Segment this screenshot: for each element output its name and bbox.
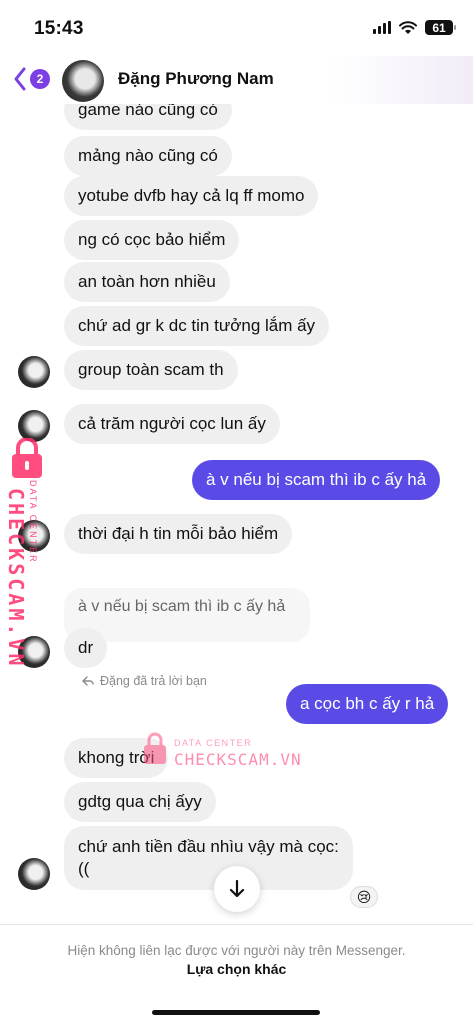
contact-name[interactable]: Đặng Phương Nam (118, 69, 274, 89)
back-button[interactable]: 2 (12, 66, 50, 92)
wifi-icon (399, 20, 417, 34)
message-bubble-incoming[interactable]: dr (64, 628, 108, 668)
composer-footer: Hiện không liên lạc được với người này t… (0, 924, 473, 1024)
message-bubble-incoming[interactable]: thời đại h tin mỗi bảo hiểm (64, 514, 293, 554)
watermark-vertical: DATA CENTER CHECKSCAM.VN (4, 438, 52, 669)
signal-icon (373, 21, 391, 34)
unread-count-badge: 2 (30, 69, 50, 89)
message-bubble-incoming[interactable]: ng có cọc bảo hiểm (64, 220, 240, 260)
message-bubble-incoming[interactable]: chứ anh tiền đầu nhìu vậy mà cọc: (( (64, 826, 353, 890)
message-bubble-incoming[interactable]: yotube dvfb hay cả lq ff momo (64, 176, 319, 216)
message-line: chứ anh tiền đầu nhìu vậy mà cọc: (78, 837, 339, 856)
message-bubble-incoming[interactable]: group toàn scam th (64, 350, 238, 390)
message-line: (( (78, 859, 90, 878)
conversation-header: 2 Đặng Phương Nam (0, 56, 473, 104)
message-bubble-incoming[interactable]: gdtg qua chị ấyy (64, 782, 216, 822)
message-bubble-incoming[interactable]: chứ ad gr k dc tin tưởng lắm ấy (64, 306, 330, 346)
message-bubble-outgoing[interactable]: à v nếu bị scam thì ib c ấy hả (192, 460, 441, 500)
message-bubble-incoming[interactable]: mảng nào cũng có (64, 136, 232, 176)
reply-indicator: Đặng đã trả lời bạn (82, 674, 207, 688)
home-indicator[interactable] (152, 1010, 320, 1015)
message-bubble-outgoing[interactable]: a cọc bh c ấy r hả (286, 684, 449, 724)
reply-arrow-icon (82, 676, 94, 686)
lock-icon (12, 438, 42, 478)
status-bar: 15:43 61 (0, 0, 473, 56)
other-options-button[interactable]: Lựa chọn khác (0, 961, 473, 977)
message-bubble-incoming[interactable]: cả trăm người cọc lun ấy (64, 404, 280, 444)
contact-avatar[interactable] (62, 60, 104, 102)
reaction-badge[interactable]: 😢 (350, 886, 378, 908)
watermark-center: DATA CENTER CHECKSCAM.VN (140, 732, 302, 772)
messenger-screen: 15:43 61 2 Đặng Phương Nam game nào cũng… (0, 0, 473, 1024)
sender-avatar (18, 858, 50, 890)
watermark-main: CHECKSCAM.VN (174, 750, 302, 769)
watermark-main: CHECKSCAM.VN (4, 488, 28, 669)
arrow-down-icon (229, 879, 245, 898)
status-icons: 61 (373, 20, 456, 35)
lock-icon (144, 732, 166, 764)
scroll-to-bottom-button[interactable] (214, 866, 260, 912)
status-time: 15:43 (34, 18, 84, 39)
message-bubble-incoming[interactable]: game nào cũng có (64, 104, 232, 130)
sender-avatar (18, 356, 50, 388)
unavailable-notice: Hiện không liên lạc được với người này t… (67, 943, 406, 958)
message-bubble-incoming[interactable]: an toàn hơn nhiều (64, 262, 230, 302)
watermark-sub: DATA CENTER (174, 738, 253, 748)
watermark-sub: DATA CENTER (28, 480, 38, 564)
battery-icon: 61 (425, 20, 456, 35)
chevron-left-icon (14, 67, 26, 91)
reply-label-text: Đặng đã trả lời bạn (100, 674, 207, 688)
